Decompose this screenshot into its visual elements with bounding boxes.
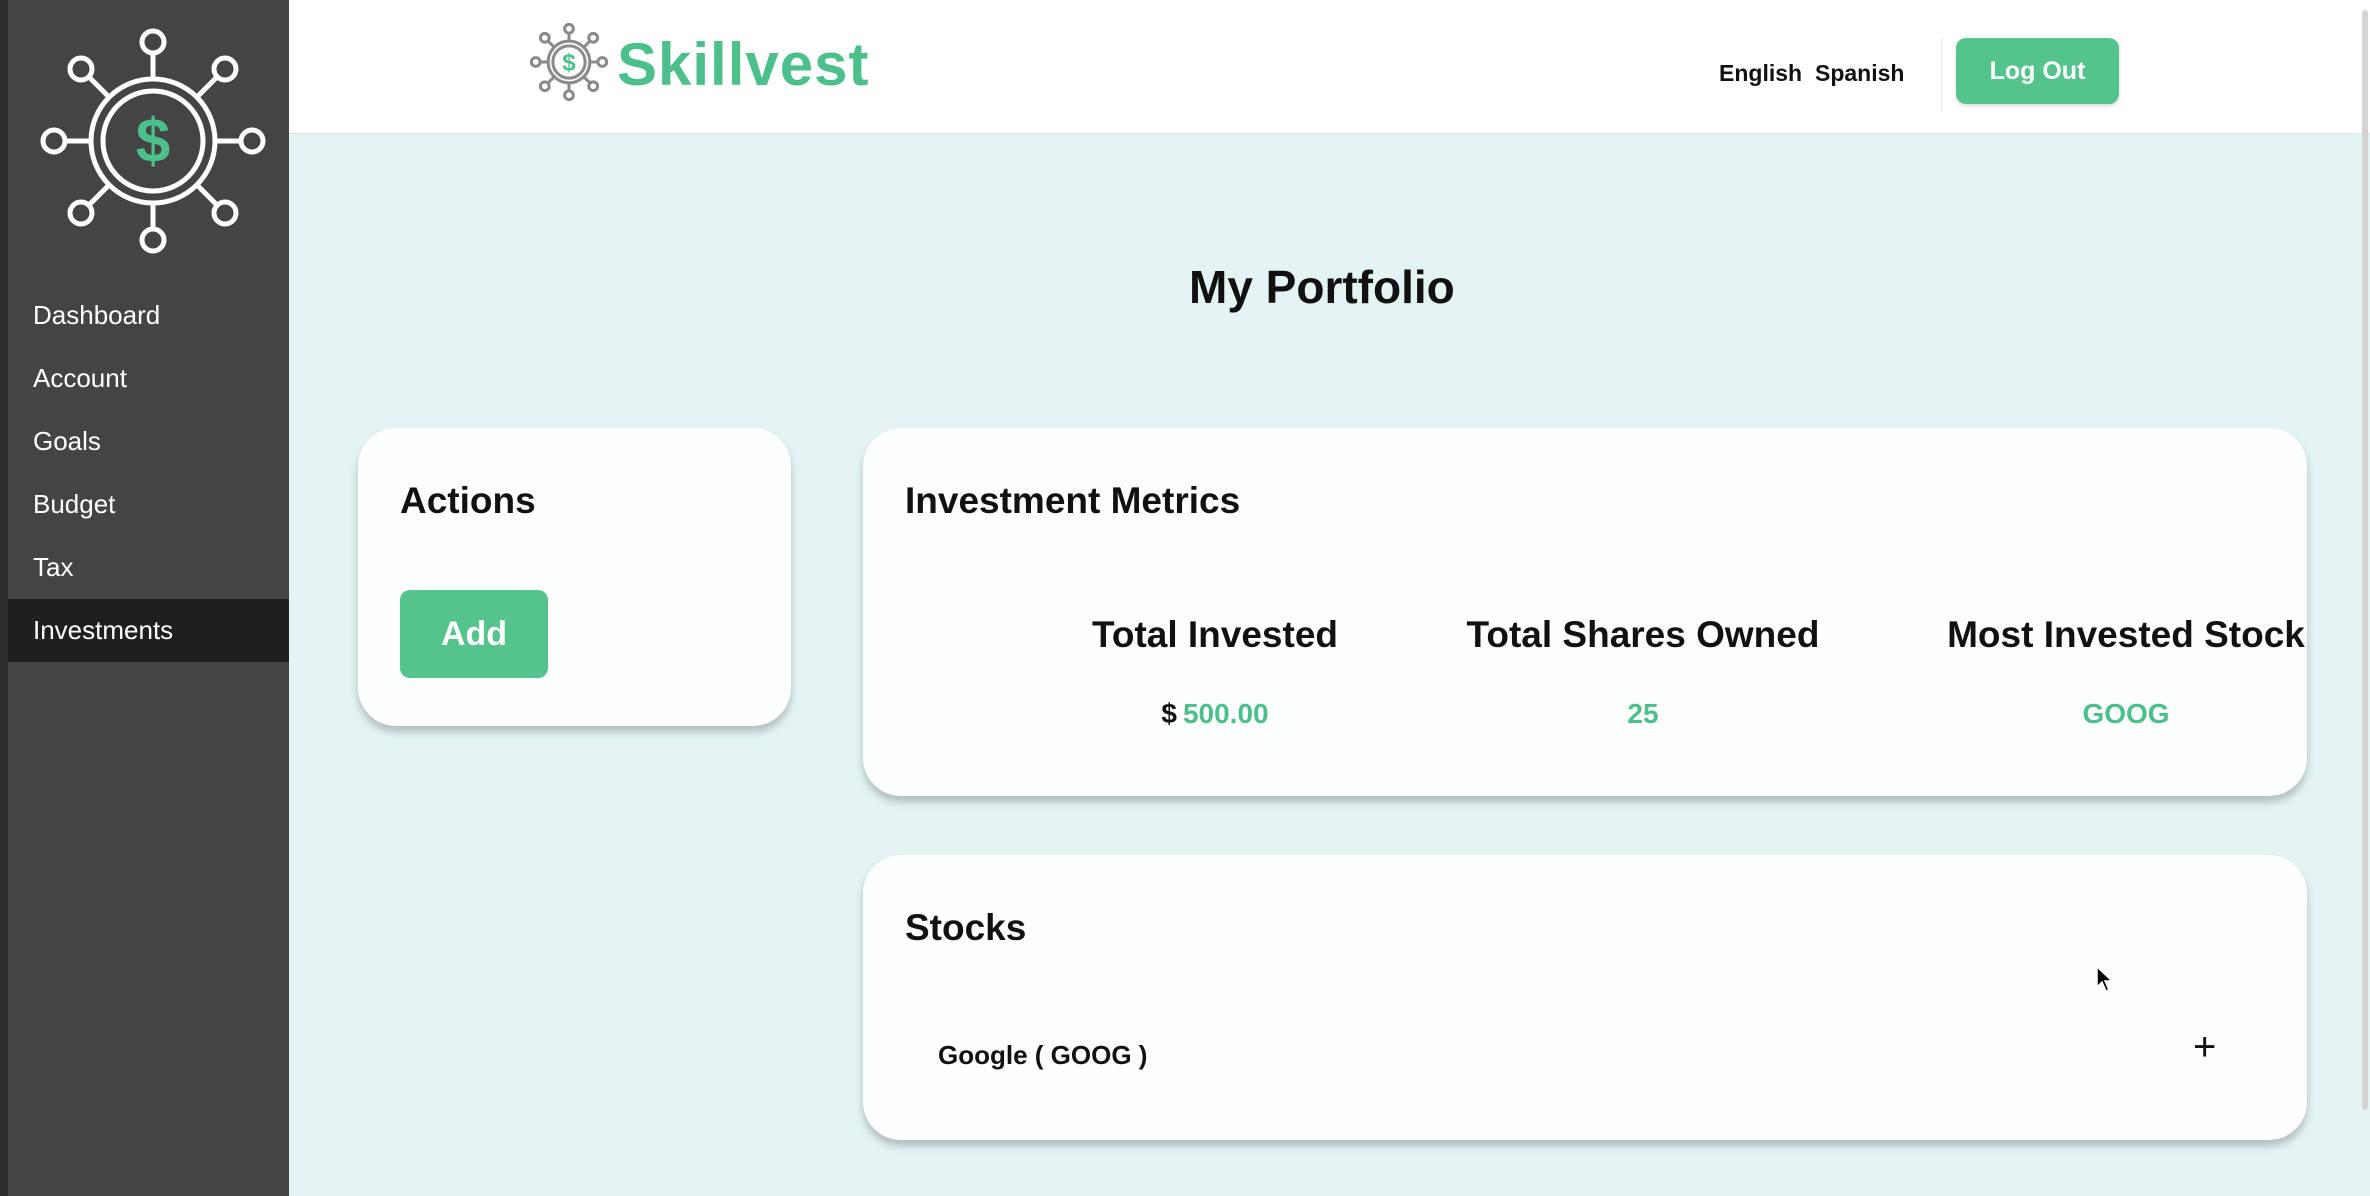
divider xyxy=(1941,38,1942,112)
sidebar-item-account[interactable]: Account xyxy=(8,347,289,410)
metric-label: Most Invested Stock xyxy=(1947,614,2305,655)
metric-total-invested: Total Invested $500.00 xyxy=(965,614,1465,730)
add-button[interactable]: Add xyxy=(400,590,548,678)
plus-icon[interactable]: + xyxy=(2193,1025,2216,1070)
brand-name: Skillvest xyxy=(617,30,870,98)
metric-label: Total Invested xyxy=(1091,614,1339,655)
stocks-title: Stocks xyxy=(905,907,1027,948)
metric-value: $500.00 xyxy=(965,698,1465,730)
actions-card: Actions Add xyxy=(358,428,791,726)
logo-icon[interactable]: $ xyxy=(34,22,272,260)
stock-row[interactable]: Google ( GOOG ) xyxy=(938,1040,1147,1071)
scrollbar[interactable] xyxy=(2362,10,2368,1110)
sidebar-item-budget[interactable]: Budget xyxy=(8,473,289,536)
sidebar: $ Dashboard Account Goals Budget Tax Inv… xyxy=(0,0,289,1196)
page-title: My Portfolio xyxy=(1189,261,1455,313)
metric-label: Total Shares Owned xyxy=(1466,614,1820,655)
brand-logo-icon: $ xyxy=(529,22,609,107)
brand[interactable]: $ Skillvest xyxy=(529,22,870,106)
language-spanish[interactable]: Spanish xyxy=(1815,60,1904,87)
metrics-title: Investment Metrics xyxy=(905,480,1241,521)
sidebar-item-goals[interactable]: Goals xyxy=(8,410,289,473)
stocks-card: Stocks Google ( GOOG ) + xyxy=(863,855,2307,1140)
sidebar-item-tax[interactable]: Tax xyxy=(8,536,289,599)
language-english[interactable]: English xyxy=(1719,60,1802,87)
mouse-cursor-icon xyxy=(2096,965,2114,997)
currency-symbol: $ xyxy=(1161,698,1177,729)
metric-most-invested: Most Invested Stock GOOG xyxy=(1876,614,2370,730)
actions-title: Actions xyxy=(400,480,536,521)
sidebar-item-investments[interactable]: Investments xyxy=(8,599,289,662)
svg-text:$: $ xyxy=(136,107,170,176)
most-invested-value: GOOG xyxy=(2082,698,2170,729)
total-shares-value: 25 xyxy=(1627,698,1659,729)
logout-button[interactable]: Log Out xyxy=(1956,38,2119,104)
svg-text:$: $ xyxy=(562,49,576,76)
total-invested-value: 500.00 xyxy=(1182,698,1269,729)
metric-total-shares: Total Shares Owned 25 xyxy=(1393,614,1893,730)
sidebar-nav: Dashboard Account Goals Budget Tax Inves… xyxy=(8,284,289,662)
investment-metrics-card: Investment Metrics Total Invested $500.0… xyxy=(863,428,2307,796)
top-bar: $ Skillvest English Spanish Log Out xyxy=(289,0,2370,134)
sidebar-item-dashboard[interactable]: Dashboard xyxy=(8,284,289,347)
